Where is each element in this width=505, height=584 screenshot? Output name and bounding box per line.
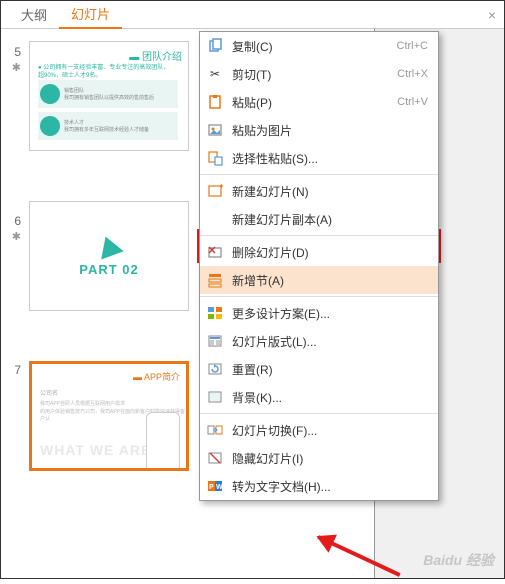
- menu-label: 幻灯片切换(F)...: [232, 422, 428, 439]
- svg-text:W: W: [216, 484, 223, 491]
- slide-text: 我司APP自研人员根据互联网用户需求: [40, 400, 125, 407]
- menu-layout[interactable]: 幻灯片版式(L)...: [200, 327, 438, 355]
- box-title: 销售团队: [64, 87, 154, 94]
- slide-text: 超90%，硕士人才9名。: [38, 70, 101, 79]
- menu-label: 新增节(A): [232, 272, 428, 289]
- menu-delete-slide[interactable]: 删除幻灯片(D): [200, 238, 438, 266]
- new-slide-icon: ✦: [206, 182, 224, 200]
- menu-label: 粘贴(P): [232, 94, 397, 111]
- circle-icon: [40, 84, 60, 104]
- hide-icon: [206, 449, 224, 467]
- close-icon[interactable]: ×: [488, 7, 496, 23]
- menu-transition[interactable]: 幻灯片切换(F)...: [200, 416, 438, 444]
- slide-thumbnail-5[interactable]: ▬ 团队介绍 ● 公司拥有一支经验丰富、专业专注的高效团队， 超90%，硕士人才…: [29, 41, 189, 151]
- transition-icon: [206, 421, 224, 439]
- clipboard-icon: [206, 93, 224, 111]
- slide-title: ▬ 团队介绍: [129, 48, 182, 63]
- menu-paste-as-picture[interactable]: 粘贴为图片: [200, 116, 438, 144]
- menu-new-section[interactable]: 新增节(A): [200, 266, 438, 294]
- svg-text:✦: ✦: [218, 183, 223, 191]
- menu-label: 背景(K)...: [232, 389, 428, 406]
- shortcut: Ctrl+C: [397, 40, 428, 52]
- menu-separator: [200, 174, 438, 175]
- tab-slides[interactable]: 幻灯片: [59, 0, 122, 29]
- part-label: PART 02: [79, 262, 139, 277]
- menu-label: 幻灯片版式(L)...: [232, 333, 428, 350]
- picture-icon: [206, 121, 224, 139]
- blank-icon: [206, 210, 224, 228]
- slide-numbers: 5 ✱ 6 ✱ 7: [1, 29, 25, 578]
- menu-label: 删除幻灯片(D): [232, 244, 428, 261]
- tabs-bar: 大纲 幻灯片 ×: [1, 1, 504, 29]
- slide-number: 5: [1, 45, 25, 59]
- box-sub: 我司拥有销售团队以提供高效的售前售后: [64, 94, 154, 101]
- menu-label: 重置(R): [232, 361, 428, 378]
- menu-label: 新建幻灯片副本(A): [232, 211, 428, 228]
- transition-star-icon: ✱: [1, 230, 25, 243]
- menu-label: 选择性粘贴(S)...: [232, 150, 428, 167]
- design-icon: [206, 304, 224, 322]
- slide-subtitle: 公司名: [40, 388, 58, 397]
- shortcut: Ctrl+V: [397, 96, 428, 108]
- menu-separator: [200, 413, 438, 414]
- menu-duplicate-slide[interactable]: 新建幻灯片副本(A): [200, 205, 438, 233]
- slide-title: ▬ APP简介: [133, 370, 180, 383]
- menu-background[interactable]: 背景(K)...: [200, 383, 438, 411]
- transition-star-icon: ✱: [1, 61, 25, 74]
- copy-icon: [206, 37, 224, 55]
- menu-copy[interactable]: 复制(C) Ctrl+C: [200, 32, 438, 60]
- paste-special-icon: [206, 149, 224, 167]
- paper-plane-icon: [94, 232, 123, 259]
- background-icon: [206, 388, 224, 406]
- menu-label: 剪切(T): [232, 66, 397, 83]
- menu-label: 新建幻灯片(N): [232, 183, 428, 200]
- menu-separator: [200, 235, 438, 236]
- slide-big-text: WHAT WE ARE: [40, 442, 151, 458]
- word-icon: PW: [206, 477, 224, 495]
- menu-hide-slide[interactable]: 隐藏幻灯片(I): [200, 444, 438, 472]
- menu-separator: [200, 296, 438, 297]
- slide-number: 7: [1, 363, 25, 377]
- menu-label: 隐藏幻灯片(I): [232, 450, 428, 467]
- slide-content-box: 销售团队我司拥有销售团队以提供高效的售前售后: [38, 80, 178, 108]
- menu-label: 粘贴为图片: [232, 122, 428, 139]
- menu-label: 复制(C): [232, 38, 397, 55]
- layout-icon: [206, 332, 224, 350]
- menu-new-slide[interactable]: ✦ 新建幻灯片(N): [200, 177, 438, 205]
- menu-label: 转为文字文档(H)...: [232, 478, 428, 495]
- menu-cut[interactable]: ✂ 剪切(T) Ctrl+X: [200, 60, 438, 88]
- slide-number: 6: [1, 214, 25, 228]
- phone-mockup-icon: [146, 412, 180, 471]
- circle-icon: [40, 116, 60, 136]
- menu-to-word[interactable]: PW 转为文字文档(H)...: [200, 472, 438, 500]
- tab-outline[interactable]: 大纲: [9, 1, 59, 28]
- slide-thumbnail-7[interactable]: ▬ APP简介 公司名 我司APP自研人员根据互联网用户需求 的用户体验销售技巧…: [29, 361, 189, 471]
- svg-text:P: P: [209, 484, 214, 491]
- section-icon: [206, 271, 224, 289]
- delete-slide-icon: [206, 243, 224, 261]
- box-sub: 我司拥有多年互联网技术经验人才储备: [64, 126, 149, 133]
- shortcut: Ctrl+X: [397, 68, 428, 80]
- slide-content-box: 技术人才我司拥有多年互联网技术经验人才储备: [38, 112, 178, 140]
- menu-reset[interactable]: 重置(R): [200, 355, 438, 383]
- menu-paste-special[interactable]: 选择性粘贴(S)...: [200, 144, 438, 172]
- menu-more-design[interactable]: 更多设计方案(E)...: [200, 299, 438, 327]
- slide-thumbnail-6[interactable]: PART 02: [29, 201, 189, 311]
- menu-label: 更多设计方案(E)...: [232, 305, 428, 322]
- box-title: 技术人才: [64, 119, 149, 126]
- context-menu: 复制(C) Ctrl+C ✂ 剪切(T) Ctrl+X 粘贴(P) Ctrl+V…: [199, 31, 439, 501]
- menu-paste[interactable]: 粘贴(P) Ctrl+V: [200, 88, 438, 116]
- watermark: Baidu 经验: [423, 550, 494, 570]
- scissors-icon: ✂: [206, 65, 224, 83]
- reset-icon: [206, 360, 224, 378]
